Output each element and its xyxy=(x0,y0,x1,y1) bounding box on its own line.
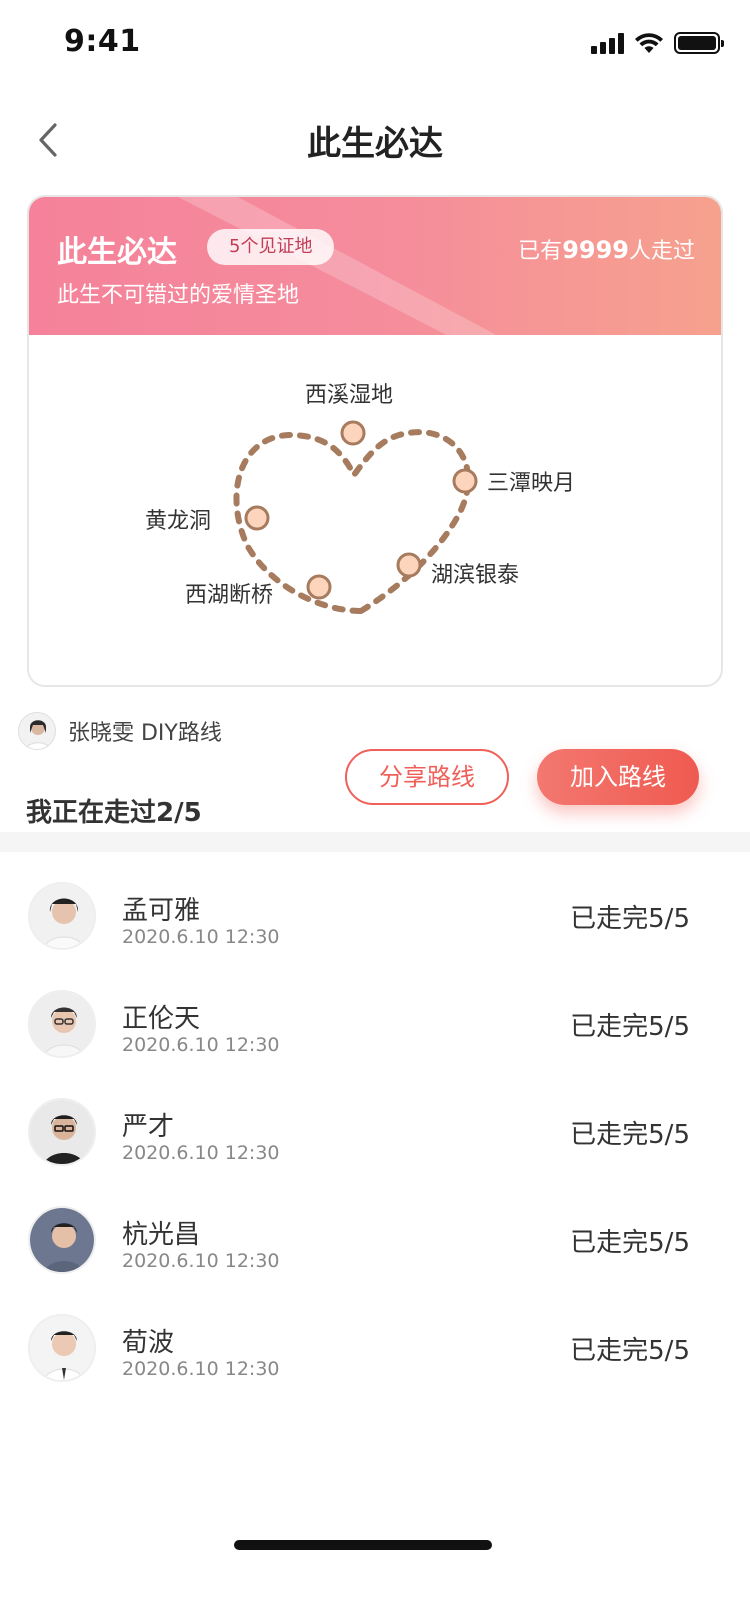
witness-count-badge: 5个见证地 xyxy=(207,229,335,265)
place-label-santan[interactable]: 三潭映月 xyxy=(487,465,575,497)
walked-suffix: 人走过 xyxy=(628,239,695,264)
participant-avatar xyxy=(28,1314,96,1382)
section-divider xyxy=(0,832,750,852)
participant-row[interactable]: 孟可雅 2020.6.10 12:30 已走完5/5 xyxy=(0,860,750,968)
home-indicator[interactable] xyxy=(234,1540,492,1550)
stop-marker-hubin xyxy=(396,552,422,578)
participant-name: 杭光昌 xyxy=(122,1220,201,1250)
participant-time: 2020.6.10 12:30 xyxy=(122,1250,280,1272)
participant-avatar xyxy=(28,1206,96,1274)
participant-name: 严才 xyxy=(122,1112,175,1142)
participant-avatar xyxy=(28,1098,96,1166)
place-label-hubin[interactable]: 湖滨银泰 xyxy=(431,557,519,589)
participant-time: 2020.6.10 12:30 xyxy=(122,1142,280,1164)
participant-name: 正伦天 xyxy=(122,1004,201,1034)
route-card-header: 此生必达 5个见证地 此生不可错过的爱情圣地 已有9999人走过 xyxy=(29,197,721,335)
status-icons xyxy=(591,32,724,54)
participant-name: 孟可雅 xyxy=(122,896,201,926)
route-title: 此生必达 xyxy=(57,235,177,270)
place-label-duanqiao[interactable]: 西湖断桥 xyxy=(185,577,273,609)
participant-status: 已走完5/5 xyxy=(570,1336,690,1366)
join-route-button[interactable]: 加入路线 xyxy=(537,749,699,805)
participant-time: 2020.6.10 12:30 xyxy=(122,1034,280,1056)
progress-text: 我正在走过2/5 xyxy=(26,798,202,828)
wifi-icon xyxy=(635,33,663,53)
route-map: 西溪湿地 三潭映月 黄龙洞 湖滨银泰 西湖断桥 xyxy=(29,335,721,685)
participant-row[interactable]: 正伦天 2020.6.10 12:30 已走完5/5 xyxy=(0,968,750,1076)
status-time: 9:41 xyxy=(64,24,141,59)
participant-avatar xyxy=(28,990,96,1058)
page-title: 此生必达 xyxy=(307,124,443,164)
participant-time: 2020.6.10 12:30 xyxy=(122,1358,280,1380)
stop-marker-xixi xyxy=(340,420,366,446)
share-route-button[interactable]: 分享路线 xyxy=(345,749,509,805)
stop-marker-duanqiao xyxy=(306,574,332,600)
participant-status: 已走完5/5 xyxy=(570,1120,690,1150)
place-label-huanglong[interactable]: 黄龙洞 xyxy=(145,503,211,535)
battery-icon xyxy=(674,32,724,54)
participant-avatar xyxy=(28,882,96,950)
owner-avatar xyxy=(18,712,56,750)
walked-count-text: 已有9999人走过 xyxy=(518,233,695,265)
walked-prefix: 已有 xyxy=(518,239,563,264)
participant-row[interactable]: 杭光昌 2020.6.10 12:30 已走完5/5 xyxy=(0,1184,750,1292)
participant-list: 孟可雅 2020.6.10 12:30 已走完5/5 正伦天 2020.6.10… xyxy=(0,860,750,1400)
participant-row[interactable]: 荀波 2020.6.10 12:30 已走完5/5 xyxy=(0,1292,750,1400)
participant-row[interactable]: 严才 2020.6.10 12:30 已走完5/5 xyxy=(0,1076,750,1184)
status-bar: 9:41 xyxy=(0,0,750,88)
stop-marker-huanglong xyxy=(244,505,270,531)
nav-bar: 此生必达 xyxy=(0,100,750,180)
participant-name: 荀波 xyxy=(122,1328,175,1358)
place-label-xixi[interactable]: 西溪湿地 xyxy=(305,377,393,409)
stop-marker-santan xyxy=(452,468,478,494)
route-card[interactable]: 此生必达 5个见证地 此生不可错过的爱情圣地 已有9999人走过 西溪湿地 三潭… xyxy=(27,195,723,687)
participant-time: 2020.6.10 12:30 xyxy=(122,926,280,948)
owner-label: 张晓雯 DIY路线 xyxy=(68,721,222,746)
route-owner[interactable]: 张晓雯 DIY路线 xyxy=(18,712,222,750)
cellular-signal-icon xyxy=(591,32,624,54)
participant-status: 已走完5/5 xyxy=(570,1228,690,1258)
participant-status: 已走完5/5 xyxy=(570,1012,690,1042)
participant-status: 已走完5/5 xyxy=(570,904,690,934)
walked-count: 9999 xyxy=(562,236,629,264)
route-subtitle: 此生不可错过的爱情圣地 xyxy=(57,283,300,308)
